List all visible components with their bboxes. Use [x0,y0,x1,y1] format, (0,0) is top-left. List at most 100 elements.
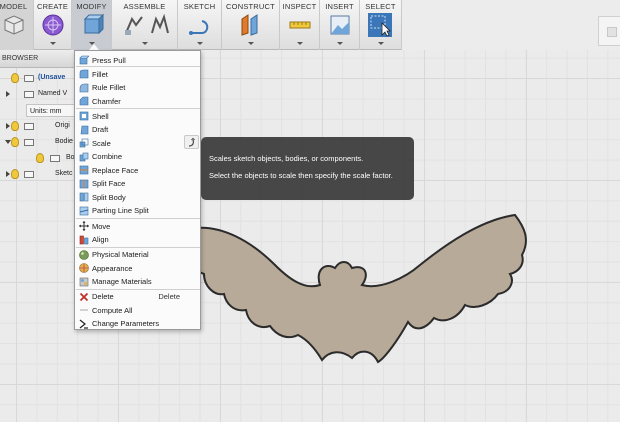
delete-icon [79,292,89,301]
rule-fillet-icon [79,83,89,92]
create-dropdown-icon [50,42,56,45]
insert-menu[interactable]: INSERT [320,0,360,50]
sketch-label: SKETCH [183,2,216,11]
browser-named-views[interactable]: Named V [0,87,80,102]
construct-label: CONSTRUCT [226,2,275,11]
menu-item-split-body[interactable]: Split Body [75,190,200,204]
tooltip-instructions: Select the objects to scale then specify… [209,171,393,180]
parting-line-split-icon [79,206,89,215]
menu-label: Parting Line Split [92,206,149,215]
create-label: CREATE [36,2,69,11]
model-cube-icon [4,15,24,35]
visibility-bulb-icon[interactable] [11,137,19,147]
menu-item-parting-line-split[interactable]: Parting Line Split [75,204,200,218]
menu-item-delete[interactable]: Delete Delete [75,290,200,304]
menu-item-draft[interactable]: Draft [75,123,200,137]
model-workspace-button[interactable]: MODEL [0,0,34,50]
menu-label: Press Pull [92,55,126,65]
browser-header[interactable]: BROWSER [0,50,80,68]
menu-item-physical-material[interactable]: Physical Material [75,248,200,262]
expand-arrow-icon[interactable] [6,171,10,177]
visibility-bulb-icon[interactable] [11,169,19,179]
modify-label: MODIFY [76,2,107,11]
replace-face-icon [79,165,89,175]
menu-item-align[interactable]: Align [75,233,200,247]
menu-label: Move [92,221,111,231]
units-label: Units: mm [30,108,62,115]
document-icon [24,75,34,82]
menu-item-rule-fillet[interactable]: Rule Fillet [75,81,200,95]
menu-label: Delete [92,292,114,301]
visibility-bulb-icon[interactable] [11,73,19,83]
menu-item-change-parameters[interactable]: Change Parameters [75,317,200,331]
browser-panel: BROWSER (Unsave Named V Units: mm Origi … [0,50,80,190]
insert-dropdown-icon [337,42,343,45]
bodies-label: Bodie [55,138,73,145]
sketch-menu[interactable]: SKETCH [178,0,222,50]
toolbar: MODEL CREATE MODIFY ASSEMBLE SKETCH CONS… [0,0,402,50]
modify-menu[interactable]: MODIFY [72,0,112,50]
units-box: Units: mm [26,104,80,117]
menu-item-fillet[interactable]: Fillet [75,67,200,81]
menu-item-appearance[interactable]: Appearance [75,261,200,275]
menu-label: Manage Materials [92,277,152,286]
browser-body-item[interactable]: Bo [0,151,80,166]
browser-sketches[interactable]: Sketc [0,167,80,182]
browser-origin[interactable]: Origi [0,119,80,134]
browser-title: BROWSER [2,55,39,62]
construct-menu[interactable]: CONSTRUCT [222,0,280,50]
menu-item-move[interactable]: Move [75,219,200,233]
folder-icon [24,139,34,146]
browser-units[interactable]: Units: mm [0,103,80,118]
split-body-icon [79,192,89,202]
split-face-icon [79,179,89,188]
menu-label: Draft [92,125,109,134]
insert-image-icon [330,15,350,35]
physical-material-icon [79,249,89,260]
menu-label: Split Face [92,179,126,188]
menu-item-scale[interactable]: Scale [75,136,200,150]
sketch-dropdown-icon [197,42,203,45]
menu-label: Compute All [92,305,133,315]
create-menu[interactable]: CREATE [34,0,72,50]
menu-item-manage-materials[interactable]: Manage Materials [75,275,200,289]
menu-item-split-face[interactable]: Split Face [75,177,200,191]
measure-icon [289,21,311,29]
menu-label: Rule Fillet [92,83,126,92]
sketches-label: Sketc [55,170,73,177]
view-cube[interactable] [598,16,620,46]
expand-arrow-icon[interactable] [6,91,10,97]
assemble-label: ASSEMBLE [123,2,166,11]
menu-label: Align [92,235,109,244]
menu-item-combine[interactable]: Combine [75,150,200,164]
browser-bodies[interactable]: Bodie [0,135,80,150]
browser-root-item[interactable]: (Unsave [0,71,80,86]
menu-item-shell[interactable]: Shell [75,109,200,123]
menu-label: Physical Material [92,250,149,259]
select-menu[interactable]: SELECT [360,0,402,50]
menu-label: Shell [92,111,109,121]
tooltip-description: Scales sketch objects, bodies, or compon… [209,154,364,163]
menu-item-chamfer[interactable]: Chamfer [75,94,200,108]
modify-press-pull-icon [83,13,104,35]
visibility-bulb-icon[interactable] [11,121,19,131]
press-pull-icon [79,55,89,65]
modify-dropdown-menu: Press Pull Fillet Rule Fillet Chamfer Sh… [74,50,201,330]
bat-body[interactable] [180,210,570,365]
assemble-menu[interactable]: ASSEMBLE [112,0,178,50]
joint-icon [125,16,143,35]
scale-options-icon [188,137,195,147]
appearance-icon [79,263,89,273]
menu-label: Scale [92,138,111,148]
compute-all-icon [80,309,88,311]
menu-item-press-pull[interactable]: Press Pull [75,53,200,67]
inspect-label: INSPECT [282,2,317,11]
align-icon [79,235,89,244]
visibility-bulb-icon[interactable] [36,153,44,163]
expand-arrow-icon[interactable] [6,123,10,129]
menu-item-replace-face[interactable]: Replace Face [75,163,200,177]
folder-icon [24,123,34,130]
inspect-menu[interactable]: INSPECT [280,0,320,50]
scale-flyout-button[interactable] [184,135,199,149]
menu-item-compute-all[interactable]: Compute All [75,303,200,317]
